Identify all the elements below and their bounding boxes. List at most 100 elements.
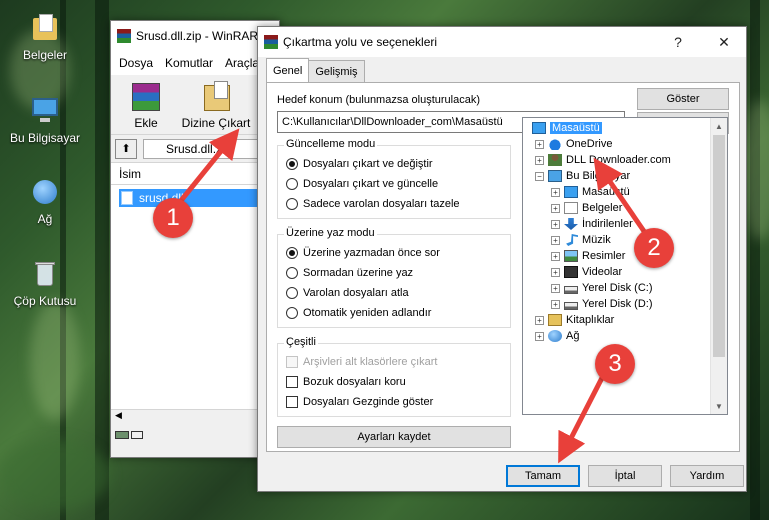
tree-node[interactable]: + Masaüstü xyxy=(551,184,630,200)
winrar-add-icon xyxy=(126,79,166,113)
expand-icon[interactable]: + xyxy=(535,331,544,341)
overwrite-option-without-prompt[interactable]: Sormadan üzerine yaz xyxy=(286,267,413,279)
scroll-down-icon[interactable]: ▼ xyxy=(711,398,727,414)
close-button[interactable]: ✕ xyxy=(702,27,746,57)
tree-node[interactable]: + Resimler xyxy=(551,248,625,264)
menu-komutlar[interactable]: Komutlar xyxy=(165,56,213,70)
drive-status-icon xyxy=(115,431,129,439)
add-button[interactable]: Ekle xyxy=(119,79,173,130)
dialog-title: Çıkartma yolu ve seçenekleri xyxy=(283,35,438,49)
tree-node[interactable]: + OneDrive xyxy=(535,136,612,152)
tree-node-label: Kitaplıklar xyxy=(566,314,615,326)
expand-icon[interactable]: + xyxy=(551,187,560,197)
destination-label: Hedef konum (bulunmazsa oluşturulacak) xyxy=(277,94,480,106)
radio-button[interactable] xyxy=(286,158,298,170)
help-title-button[interactable]: ? xyxy=(656,27,700,57)
collapse-icon[interactable]: − xyxy=(535,171,544,181)
tab-genel[interactable]: Genel xyxy=(266,58,310,82)
update-option-extract-update[interactable]: Dosyaları çıkart ve güncelle xyxy=(286,178,438,190)
list-header-name[interactable]: İsim xyxy=(111,163,279,185)
dialog-app-icon xyxy=(264,35,278,49)
scroll-thumb[interactable] xyxy=(713,135,725,357)
tree-node[interactable]: + Yerel Disk (D:) xyxy=(551,296,653,312)
winrar-path-row: ⬆ Srusd.dll.zip xyxy=(111,135,279,163)
key-status-icon xyxy=(131,431,143,439)
tree-node-label: Ağ xyxy=(566,330,580,342)
drive-icon xyxy=(563,297,579,311)
dialog-tabs: Genel Gelişmiş xyxy=(266,58,365,82)
ok-button[interactable]: Tamam xyxy=(506,465,580,487)
checkbox[interactable] xyxy=(286,396,298,408)
up-folder-button[interactable]: ⬆ xyxy=(115,138,137,159)
menu-dosya[interactable]: Dosya xyxy=(119,56,153,70)
expand-icon[interactable]: + xyxy=(551,219,560,229)
tree-node[interactable]: + DLL Downloader.com xyxy=(535,152,671,168)
tree-node[interactable]: + Kitaplıklar xyxy=(535,312,614,328)
expand-icon[interactable]: + xyxy=(535,315,544,325)
desktop-icon-bu-bilgisayar[interactable]: Bu Bilgisayar xyxy=(0,95,90,145)
expand-icon[interactable]: + xyxy=(535,139,544,149)
misc-group: Çeşitli Arşivleri alt klasörlere çıkart … xyxy=(277,336,511,417)
expand-icon[interactable]: + xyxy=(551,203,560,213)
tree-node-label: OneDrive xyxy=(566,138,613,150)
overwrite-option-skip[interactable]: Varolan dosyaları atla xyxy=(286,287,409,299)
radio-button[interactable] xyxy=(286,267,298,279)
expand-icon[interactable]: + xyxy=(551,267,560,277)
videos-icon xyxy=(563,265,579,279)
show-button[interactable]: Göster xyxy=(637,88,729,110)
expand-icon[interactable]: + xyxy=(551,251,560,261)
tree-node[interactable]: − Bu Bilgisayar xyxy=(535,168,630,184)
tree-node[interactable]: + Yerel Disk (C:) xyxy=(551,280,653,296)
tree-node[interactable]: + İndirilenler xyxy=(551,216,633,232)
pictures-icon xyxy=(563,249,579,263)
expand-icon[interactable]: + xyxy=(551,235,560,245)
radio-button[interactable] xyxy=(286,307,298,319)
misc-option-show-in-explorer[interactable]: Dosyaları Gezginde göster xyxy=(286,396,433,408)
overwrite-option-ask[interactable]: Üzerine yazmadan önce sor xyxy=(286,247,440,259)
tree-node-label: Masaüstü xyxy=(550,122,602,134)
dialog-titlebar[interactable]: Çıkartma yolu ve seçenekleri ? ✕ xyxy=(258,27,746,57)
radio-button[interactable] xyxy=(286,198,298,210)
tree-node[interactable]: Masaüstü xyxy=(531,120,602,136)
tab-gelismis[interactable]: Gelişmiş xyxy=(308,60,365,82)
checkbox[interactable] xyxy=(286,376,298,388)
scroll-up-icon[interactable]: ▲ xyxy=(711,118,727,134)
winrar-window[interactable]: Srusd.dll.zip - WinRAR Dosya Komutlar Ar… xyxy=(110,20,280,458)
horizontal-scrollbar[interactable]: ◀ xyxy=(111,409,279,425)
expand-icon[interactable]: + xyxy=(535,155,544,165)
extract-dialog[interactable]: Çıkartma yolu ve seçenekleri ? ✕ Genel G… xyxy=(257,26,747,492)
archive-path-box[interactable]: Srusd.dll.zip xyxy=(143,138,275,159)
user-icon xyxy=(547,153,563,167)
file-row[interactable]: srusd.dll xyxy=(119,189,279,207)
cancel-button[interactable]: İptal xyxy=(588,465,662,487)
radio-button[interactable] xyxy=(286,178,298,190)
downloads-icon xyxy=(563,217,579,231)
network-icon xyxy=(29,176,61,208)
tree-vertical-scrollbar[interactable]: ▲ ▼ xyxy=(710,118,727,414)
expand-icon[interactable]: + xyxy=(551,283,560,293)
desktop-icon-belgeler[interactable]: Belgeler xyxy=(0,12,90,62)
tree-node[interactable]: + Belgeler xyxy=(551,200,622,216)
tree-node[interactable]: + Ağ xyxy=(535,328,579,344)
overwrite-mode-title: Üzerine yaz modu xyxy=(284,227,377,239)
update-mode-title: Güncelleme modu xyxy=(284,138,378,150)
update-option-freshen[interactable]: Sadece varolan dosyaları tazele xyxy=(286,198,460,210)
expand-icon[interactable]: + xyxy=(551,299,560,309)
desktop-icon-ag[interactable]: Ağ xyxy=(0,176,90,226)
desktop-icon-cop-kutusu[interactable]: Çöp Kutusu xyxy=(0,258,90,308)
winrar-app-icon xyxy=(117,29,131,43)
update-option-extract-replace[interactable]: Dosyaları çıkart ve değiştir xyxy=(286,158,433,170)
file-list[interactable]: srusd.dll xyxy=(111,185,279,409)
extract-to-button[interactable]: Dizine Çıkart xyxy=(181,79,251,130)
tree-node[interactable]: + Müzik xyxy=(551,232,611,248)
step-badge-1: 1 xyxy=(153,198,193,238)
misc-option-keep-broken[interactable]: Bozuk dosyaları koru xyxy=(286,376,406,388)
overwrite-option-rename[interactable]: Otomatik yeniden adlandır xyxy=(286,307,431,319)
documents-icon xyxy=(563,201,579,215)
radio-button[interactable] xyxy=(286,287,298,299)
help-button[interactable]: Yardım xyxy=(670,465,744,487)
tree-node[interactable]: + Videolar xyxy=(551,264,622,280)
winrar-titlebar[interactable]: Srusd.dll.zip - WinRAR xyxy=(111,21,279,51)
radio-button[interactable] xyxy=(286,247,298,259)
save-settings-button[interactable]: Ayarları kaydet xyxy=(277,426,511,448)
